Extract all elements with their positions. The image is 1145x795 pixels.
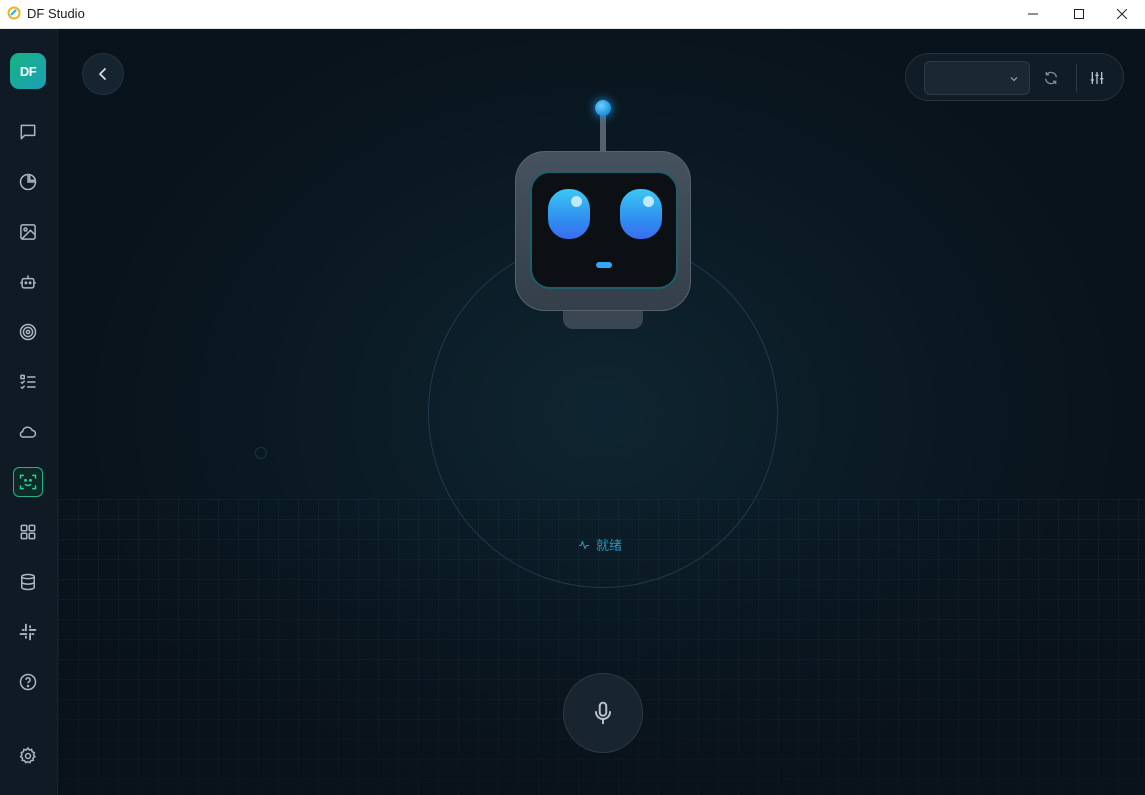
pie-chart-icon	[19, 173, 37, 191]
eye-highlight	[643, 196, 654, 207]
robot-face-screen	[530, 171, 678, 289]
maximize-button[interactable]	[1056, 0, 1102, 28]
ambient-dot	[255, 447, 267, 459]
image-icon	[20, 224, 36, 240]
robot-mouth	[596, 262, 612, 268]
toolbar-divider	[1076, 64, 1077, 92]
voice-toolbar	[905, 53, 1124, 101]
main-stage: 就绪	[58, 29, 1145, 795]
eye-highlight	[571, 196, 582, 207]
close-icon	[1117, 9, 1127, 19]
app-logo-icon	[7, 6, 21, 20]
back-button[interactable]	[82, 53, 124, 95]
chevron-left-icon	[99, 68, 106, 80]
sidebar-item-cloud[interactable]	[13, 417, 43, 447]
app-logo[interactable]: DF	[10, 53, 46, 89]
sidebar-item-target[interactable]	[13, 317, 43, 347]
robot-avatar	[515, 151, 691, 311]
message-square-icon	[20, 124, 36, 140]
status-indicator: 就绪	[578, 535, 622, 554]
maximize-icon	[1074, 9, 1084, 19]
sidebar-item-integrations[interactable]	[13, 617, 43, 647]
refresh-button[interactable]	[1040, 66, 1062, 90]
gear-icon	[19, 746, 36, 764]
robot-right-eye	[620, 189, 662, 239]
target-icon	[19, 323, 37, 341]
sidebar-item-database[interactable]	[13, 567, 43, 597]
microphone-button[interactable]	[563, 673, 643, 753]
database-icon	[21, 573, 35, 591]
settings-sliders-button[interactable]	[1086, 66, 1108, 90]
refresh-icon	[1045, 71, 1057, 85]
robot-left-eye	[548, 189, 590, 239]
sliders-icon	[1090, 72, 1104, 84]
slack-icon	[19, 623, 37, 641]
sidebar-item-analytics[interactable]	[13, 167, 43, 197]
sidebar: DF	[0, 29, 58, 795]
robot-antenna-light	[595, 100, 611, 116]
robot-icon	[20, 275, 36, 289]
sidebar-item-help[interactable]	[13, 667, 43, 697]
sidebar-item-tasks[interactable]	[13, 367, 43, 397]
robot-antenna	[600, 114, 606, 154]
model-select[interactable]	[924, 61, 1030, 95]
help-circle-icon	[19, 673, 37, 691]
sidebar-item-face[interactable]	[13, 467, 43, 497]
face-scan-icon	[19, 474, 37, 490]
activity-icon	[579, 540, 589, 549]
chevron-down-icon	[1010, 77, 1018, 82]
grid-icon	[20, 524, 36, 540]
cloud-icon	[19, 426, 37, 438]
microphone-icon	[594, 701, 612, 725]
sidebar-item-apps[interactable]	[13, 517, 43, 547]
minimize-icon	[1028, 13, 1038, 15]
app-title: DF Studio	[27, 6, 85, 21]
checklist-icon	[20, 374, 36, 390]
sidebar-item-images[interactable]	[13, 217, 43, 247]
sidebar-item-chat[interactable]	[13, 117, 43, 147]
minimize-button[interactable]	[1010, 0, 1056, 28]
close-button[interactable]	[1099, 0, 1145, 28]
sidebar-item-agents[interactable]	[13, 267, 43, 297]
sidebar-item-settings[interactable]	[13, 741, 43, 771]
title-bar: DF Studio	[0, 0, 1145, 29]
status-text: 就绪	[596, 538, 623, 553]
